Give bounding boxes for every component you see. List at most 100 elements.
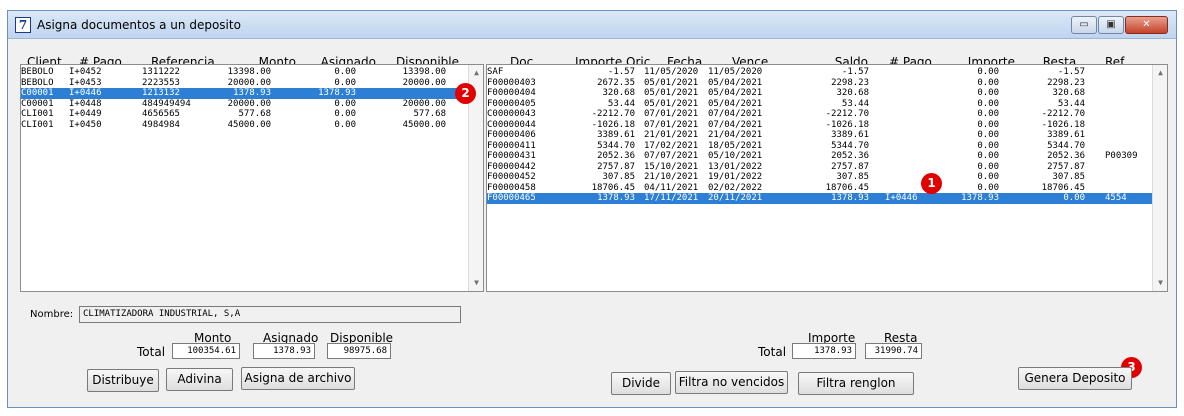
table-cell: 0.00 (977, 77, 999, 88)
table-row[interactable]: F00000406 3389.61 21/01/2021 21/04/2021 3389… (487, 130, 1167, 141)
filtra-no-vencidos-button[interactable]: Filtra no vencidos (675, 371, 788, 394)
table-cell: 20000.00 (402, 77, 446, 88)
table-row[interactable]: C00001 I+0448 484949494 20000.00 0.00 20000.0… (21, 99, 483, 110)
table-cell: 1311222 (142, 67, 180, 77)
maximize-button[interactable]: ▣ (1098, 16, 1124, 34)
table-cell: 2757.87 (597, 161, 635, 172)
genera-deposito-button[interactable]: Genera Deposito (1018, 367, 1132, 390)
table-row[interactable]: BEBOLO I+0453 2223553 20000.00 0.00 20000.00 (21, 78, 483, 89)
documents-scrollbar[interactable]: ▲ ▼ (1152, 65, 1167, 291)
table-cell: 0.00 (1063, 193, 1085, 203)
table-cell: 07/04/2021 (708, 119, 763, 130)
table-cell: 18706.45 (591, 182, 635, 193)
table-cell: 05/10/2021 (708, 151, 763, 161)
close-button[interactable]: ✕ (1125, 16, 1168, 34)
table-cell: SAF (487, 67, 504, 77)
table-cell: I+0449 (69, 109, 102, 119)
scroll-down-icon[interactable]: ▼ (1154, 276, 1167, 290)
table-cell: 07/04/2021 (708, 109, 763, 119)
table-cell: 20000.00 (227, 77, 271, 88)
table-cell: 07/01/2021 (644, 109, 699, 119)
close-icon: ✕ (1142, 19, 1151, 30)
main-window: 7 Asigna documentos a un deposito ▭ ▣ ✕ … (7, 10, 1177, 408)
table-cell: 2052.36 (1047, 151, 1085, 161)
maximize-icon: ▣ (1106, 19, 1116, 30)
filtra-renglon-button[interactable]: Filtra renglon (798, 372, 914, 395)
table-row[interactable]: F00000452 307.85 21/10/2021 19/01/2022 307.8… (487, 172, 1167, 183)
minimize-button[interactable]: ▭ (1071, 16, 1097, 34)
table-cell: F00000458 (487, 182, 536, 193)
asigna-archivo-button[interactable]: Asigna de archivo (241, 367, 355, 390)
disponible-total-field[interactable]: 98975.68 (327, 343, 391, 359)
table-row[interactable]: F00000405 53.44 05/01/2021 05/04/2021 53.44 0… (487, 99, 1167, 110)
documents-grid[interactable]: SAF -1.57 11/05/2020 11/05/2020 -1.57 0.00 -1.… (486, 64, 1168, 292)
table-cell: CLI001 (21, 119, 54, 130)
table-cell: 0.00 (977, 182, 999, 193)
table-cell: C00000043 (487, 109, 536, 119)
scroll-down-icon[interactable]: ▼ (470, 276, 483, 290)
table-cell: -2212.70 (591, 109, 635, 119)
monto-total-field[interactable]: 100354.61 (172, 343, 240, 359)
table-cell: 4984984 (142, 119, 180, 130)
divide-button[interactable]: Divide (611, 372, 671, 395)
asignado-total-field[interactable]: 1378.93 (253, 343, 315, 359)
table-row[interactable]: C00000044 -1026.18 07/01/2021 07/04/2021 -10… (487, 120, 1167, 131)
table-row[interactable]: F00000403 2672.35 05/01/2021 05/04/2021 2298… (487, 78, 1167, 89)
total-label-right: Total (758, 345, 787, 359)
table-row[interactable]: BEBOLO I+0452 1311222 13398.00 0.00 13398.00 (21, 67, 483, 78)
table-cell: 20000.00 (402, 98, 446, 109)
table-cell: I+0446 (69, 88, 102, 98)
table-cell: 13398.00 (402, 67, 446, 77)
table-cell: 320.68 (1052, 88, 1085, 98)
table-cell: 0.00 (334, 98, 356, 109)
table-cell: 307.85 (836, 172, 869, 182)
title-bar[interactable]: 7 Asigna documentos a un deposito ▭ ▣ ✕ (8, 11, 1176, 39)
table-cell: 0.00 (977, 109, 999, 119)
table-cell: 07/01/2021 (644, 119, 699, 130)
nombre-label: Nombre: (30, 309, 74, 320)
table-row[interactable]: CLI001 I+0449 4656565 577.68 0.00 577.68 (21, 109, 483, 120)
distribuye-button[interactable]: Distribuye (87, 369, 159, 392)
table-row[interactable]: F00000431 2052.36 07/07/2021 05/10/2021 2052… (487, 151, 1167, 162)
table-row[interactable]: C00001 I+0446 1213132 1378.93 1378.93 (21, 88, 483, 99)
table-cell: I+0450 (69, 119, 102, 130)
table-cell: 1378.93 (961, 193, 999, 203)
table-cell: F00000404 (487, 88, 536, 98)
table-row[interactable]: F00000411 5344.70 17/02/2021 18/05/2021 5344… (487, 141, 1167, 152)
table-cell: 0.00 (977, 130, 999, 140)
table-cell: 11/05/2020 (644, 67, 699, 77)
table-cell: -1026.18 (825, 119, 869, 130)
table-row[interactable]: F00000442 2757.87 15/10/2021 13/01/2022 2757… (487, 162, 1167, 173)
table-cell: 05/04/2021 (708, 88, 763, 98)
nombre-field[interactable]: CLIMATIZADORA INDUSTRIAL, S,A (79, 306, 461, 323)
deposits-grid[interactable]: BEBOLO I+0452 1311222 13398.00 0.00 13398.00 B… (20, 64, 484, 292)
table-cell: 21/10/2021 (644, 172, 699, 182)
table-cell: 21/01/2021 (644, 130, 699, 140)
table-cell: 2052.36 (597, 151, 635, 161)
table-cell: F00000465 (487, 193, 536, 203)
table-cell: 5344.70 (597, 140, 635, 151)
table-cell: 0.00 (977, 151, 999, 161)
table-cell: 307.85 (1052, 172, 1085, 182)
table-cell: 0.00 (977, 67, 999, 77)
table-row[interactable]: F00000404 320.68 05/01/2021 05/04/2021 320.6… (487, 88, 1167, 99)
table-row[interactable]: F00000458 18706.45 04/11/2021 02/02/2022 187… (487, 183, 1167, 194)
table-cell: BEBOLO (21, 77, 54, 88)
table-cell: 53.44 (841, 98, 869, 109)
table-cell: 2298.23 (831, 77, 869, 88)
table-row[interactable]: F00000465 1378.93 17/11/2021 20/11/2021 1378… (487, 193, 1167, 204)
scroll-up-icon[interactable]: ▲ (1154, 66, 1167, 80)
importe-total-field[interactable]: 1378.93 (792, 343, 856, 359)
table-row[interactable]: C00000043 -2212.70 07/01/2021 07/04/2021 -22… (487, 109, 1167, 120)
scroll-up-icon[interactable]: ▲ (470, 66, 483, 80)
table-cell: 18706.45 (825, 182, 869, 193)
adivina-button[interactable]: Adivina (166, 368, 233, 391)
table-cell: F00000442 (487, 161, 536, 172)
table-row[interactable]: CLI001 I+0450 4984984 45000.00 0.00 45000.00 (21, 120, 483, 131)
table-cell: 3389.61 (831, 130, 869, 140)
resta-total-field[interactable]: 31990.74 (865, 343, 922, 359)
table-cell: 1378.93 (318, 88, 356, 98)
table-row[interactable]: SAF -1.57 11/05/2020 11/05/2020 -1.57 0.00 -1.… (487, 67, 1167, 78)
total-label-left: Total (137, 345, 166, 359)
table-cell: 320.68 (836, 88, 869, 98)
